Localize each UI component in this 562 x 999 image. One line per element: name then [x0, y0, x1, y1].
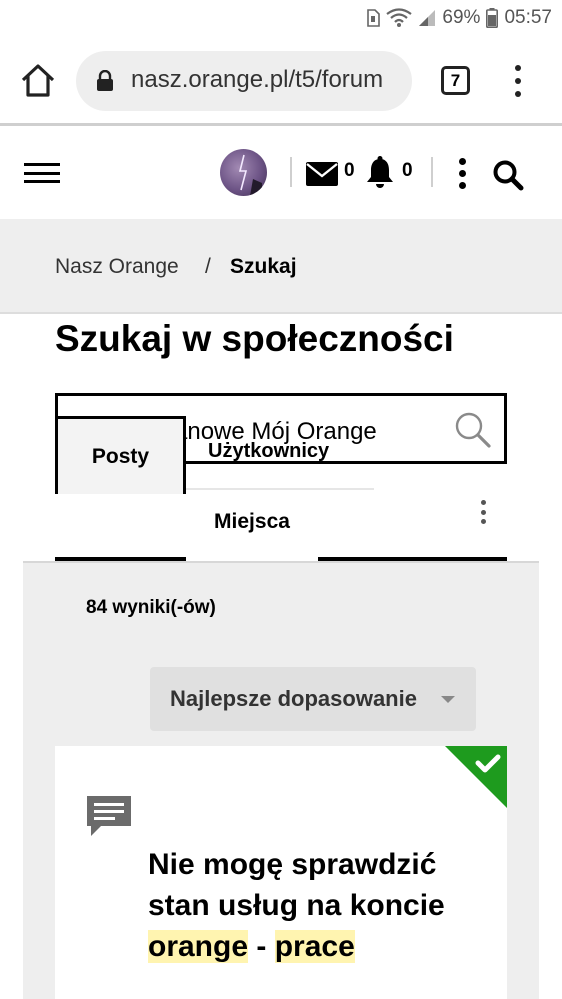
breadcrumb-home-link[interactable]: Nasz Orange: [55, 255, 179, 279]
status-time: 05:57: [504, 7, 552, 28]
status-icons: 69% 05:57: [366, 7, 552, 29]
more-vert-icon: [515, 65, 521, 71]
browser-toolbar: nasz.orange.pl/t5/forum 7: [0, 38, 562, 126]
search-highlight: prace: [274, 930, 355, 963]
bell-icon[interactable]: [366, 156, 394, 188]
tab-posts[interactable]: Posty: [55, 416, 186, 494]
signal-icon: [418, 9, 436, 27]
header-divider: [290, 157, 292, 187]
result-title-link[interactable]: Nie mogę sprawdzić stan usług na koncie …: [148, 844, 448, 967]
sort-dropdown[interactable]: Najlepsze dopasowanie: [150, 667, 476, 731]
battery-icon: [486, 8, 499, 28]
messages-count: 0: [344, 160, 355, 181]
battery-percent: 69%: [442, 7, 481, 28]
more-vert-icon[interactable]: [478, 500, 488, 524]
chevron-down-icon: [441, 696, 455, 703]
sim-icon: [366, 9, 381, 27]
home-button[interactable]: [18, 61, 58, 101]
avatar[interactable]: [220, 149, 267, 196]
tab-places[interactable]: Miejsca: [186, 510, 318, 534]
search-highlight: orange: [148, 930, 249, 963]
page-title: Szukaj w społeczności: [55, 318, 454, 359]
more-vert-icon[interactable]: [456, 158, 468, 189]
status-bar: 69% 05:57: [0, 0, 562, 38]
notifications-count: 0: [402, 160, 413, 181]
result-title-dash: -: [256, 930, 267, 963]
sort-dropdown-label: Najlepsze dopasowanie: [170, 686, 417, 711]
tab-users[interactable]: Użytkownicy: [208, 440, 329, 463]
tab-posts-label: Posty: [91, 445, 150, 468]
breadcrumb-current: Szukaj: [230, 255, 297, 278]
tab-divider: [186, 488, 374, 490]
browser-menu-button[interactable]: [512, 65, 524, 97]
mail-icon[interactable]: [306, 162, 338, 186]
checkmark-icon: [445, 746, 507, 808]
header-divider: [431, 157, 433, 187]
lock-icon: [97, 70, 113, 91]
url-text: nasz.orange.pl/t5/forum: [131, 66, 384, 93]
home-icon: [21, 64, 55, 97]
site-header: 0 0: [0, 129, 562, 219]
result-card[interactable]: Nie mogę sprawdzić stan usług na koncie …: [55, 746, 507, 999]
breadcrumb-separator: /: [205, 255, 211, 278]
address-bar[interactable]: nasz.orange.pl/t5/forum: [76, 51, 412, 111]
search-icon[interactable]: [454, 411, 492, 449]
search-icon[interactable]: [492, 159, 524, 191]
result-title-text: Nie mogę sprawdzić stan usług na koncie: [148, 848, 445, 922]
menu-icon[interactable]: [24, 163, 60, 183]
results-count: 84 wyniki(-ów): [86, 597, 216, 618]
tab-switcher-button[interactable]: 7: [441, 66, 470, 95]
breadcrumb: Nasz Orange / Szukaj: [0, 219, 562, 314]
wifi-icon: [386, 8, 413, 28]
message-icon: [87, 796, 131, 836]
